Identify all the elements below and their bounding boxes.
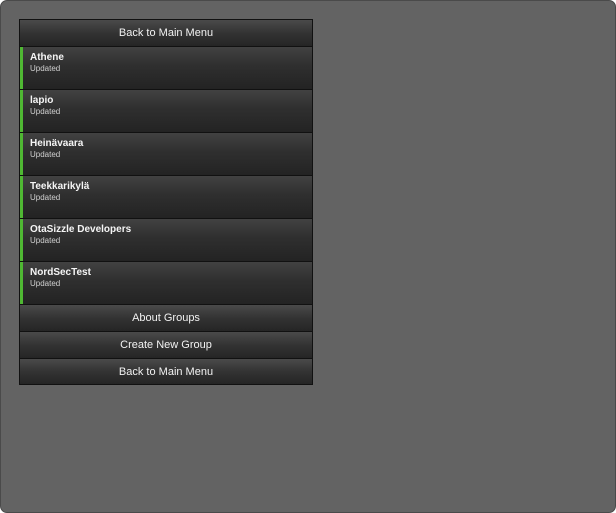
group-status: Updated xyxy=(30,279,61,288)
group-status: Updated xyxy=(30,193,61,202)
group-status: Updated xyxy=(30,64,61,73)
group-status-marker xyxy=(20,262,23,304)
group-status-marker xyxy=(20,133,23,175)
group-name: lapio xyxy=(30,95,54,106)
create-new-group-button[interactable]: Create New Group xyxy=(19,331,313,358)
group-item-heinavaara[interactable]: Heinävaara Updated xyxy=(19,132,313,175)
group-item-athene[interactable]: Athene Updated xyxy=(19,46,313,89)
group-item-nordsectest[interactable]: NordSecTest Updated xyxy=(19,261,313,304)
group-status-marker xyxy=(20,176,23,218)
back-to-main-menu-bottom-button[interactable]: Back to Main Menu xyxy=(19,358,313,385)
group-status: Updated xyxy=(30,107,61,116)
group-status-marker xyxy=(20,90,23,132)
group-name: OtaSizzle Developers xyxy=(30,224,132,235)
about-groups-button[interactable]: About Groups xyxy=(19,304,313,331)
group-name: Athene xyxy=(30,52,64,63)
back-to-main-menu-top-button[interactable]: Back to Main Menu xyxy=(19,19,313,46)
app-screen: Back to Main Menu Athene Updated lapio U… xyxy=(0,0,616,513)
group-status: Updated xyxy=(30,150,61,159)
group-item-otasizzle-developers[interactable]: OtaSizzle Developers Updated xyxy=(19,218,313,261)
groups-panel: Back to Main Menu Athene Updated lapio U… xyxy=(19,19,313,385)
group-item-teekkarikyla[interactable]: Teekkarikylä Updated xyxy=(19,175,313,218)
group-name: Teekkarikylä xyxy=(30,181,90,192)
group-name: NordSecTest xyxy=(30,267,91,278)
group-status-marker xyxy=(20,47,23,89)
group-status: Updated xyxy=(30,236,61,245)
group-status-marker xyxy=(20,219,23,261)
group-name: Heinävaara xyxy=(30,138,84,149)
group-item-lapio[interactable]: lapio Updated xyxy=(19,89,313,132)
